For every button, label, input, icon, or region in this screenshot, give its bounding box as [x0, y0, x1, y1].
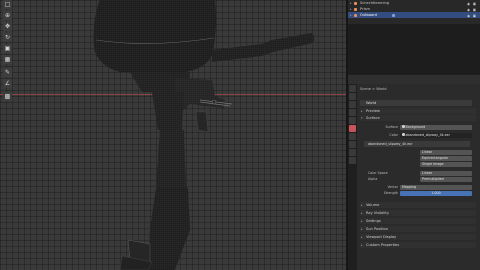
panel-header-surface[interactable]: Surface — [360, 115, 476, 121]
sun-position-panel[interactable]: Sun Position — [360, 226, 476, 233]
outliner-row-label: Outboard — [360, 13, 377, 17]
alpha-dropdown[interactable]: Premultiplied — [420, 176, 472, 182]
world-tab-icon[interactable] — [349, 125, 356, 132]
object-icon — [354, 13, 357, 17]
surface-shader-field[interactable]: Background — [400, 124, 472, 130]
object-tab-icon[interactable] — [349, 133, 356, 140]
properties-header — [348, 75, 480, 84]
volume-panel[interactable]: Volume — [360, 202, 476, 209]
tool-tab-icon[interactable] — [349, 85, 356, 92]
tool-shelf: □ ⊕ ✥ ↻ ▣ ▦ ✎ ∠ ▩ — [3, 0, 13, 103]
physics-tab-icon[interactable] — [349, 157, 356, 164]
scale-icon[interactable]: ▣ — [3, 44, 12, 53]
panel-header-viewport-display[interactable]: Viewport Display — [360, 234, 476, 240]
panel-header-preview[interactable]: Preview — [360, 108, 476, 114]
surface-value: Background — [405, 124, 426, 129]
annotate-icon[interactable]: ✎ — [3, 68, 12, 77]
modifier-tab-icon[interactable] — [349, 141, 356, 148]
rotate-icon[interactable]: ↻ — [3, 33, 12, 42]
move-icon[interactable]: ✥ — [3, 22, 12, 31]
transform-icon[interactable]: ▦ — [3, 55, 12, 64]
outliner-row-selected[interactable]: ▸ Outboard ◉ ▣ — [348, 12, 480, 18]
color-value: abandoned_slipway_4k.exr — [405, 132, 450, 137]
panel-header-sun-position[interactable]: Sun Position — [360, 226, 476, 232]
measure-icon[interactable]: ∠ — [3, 79, 12, 88]
object-icon — [354, 1, 357, 5]
view-layer-tab-icon[interactable] — [349, 109, 356, 116]
image-datablock[interactable]: abandoned_slipway_4k.exr — [364, 141, 470, 147]
camera-icon[interactable]: ▣ — [473, 13, 476, 19]
render-tab-icon[interactable] — [349, 93, 356, 100]
expand-icon[interactable]: ▸ — [350, 12, 352, 18]
breadcrumb: Scene > World — [360, 87, 387, 91]
strength-label: Strength — [383, 191, 398, 195]
3d-viewport[interactable]: □ ⊕ ✥ ↻ ▣ ▦ ✎ ∠ ▩ — [0, 0, 346, 270]
cursor-icon[interactable]: ⊕ — [3, 11, 12, 20]
settings-panel[interactable]: Settings — [360, 218, 476, 225]
object-icon — [354, 7, 357, 11]
properties-editor: Scene > World World Preview Surface Surf… — [348, 75, 480, 270]
panel-header-settings[interactable]: Settings — [360, 218, 476, 224]
custom-properties-panel[interactable]: Custom Properties — [360, 242, 476, 249]
alpha-label: Alpha — [368, 177, 378, 181]
interpolation-dropdown[interactable]: Linear — [420, 150, 472, 155]
outliner: ▸ Schechtlearning ◉ ▣ ▸ Prism ◉ ▣ ▸ Outb… — [348, 0, 480, 24]
eye-icon[interactable]: ◉ — [467, 13, 470, 19]
outliner-row-label: Prism — [360, 7, 370, 11]
extension-dropdown[interactable]: Single Image — [420, 162, 472, 167]
panel-header-ray-visibility[interactable]: Ray Visibility — [360, 210, 476, 216]
vector-label: Vector — [387, 185, 398, 189]
particles-tab-icon[interactable] — [349, 149, 356, 156]
image-name: abandoned_slipway_4k.exr — [368, 142, 413, 146]
color-input-field[interactable]: abandoned_slipway_4k.exr — [400, 132, 472, 138]
add-cube-icon[interactable]: ▩ — [3, 92, 12, 101]
texture-icon — [402, 133, 405, 136]
output-tab-icon[interactable] — [349, 101, 356, 108]
world-selector[interactable]: World — [360, 100, 472, 106]
select-box-icon[interactable]: □ — [3, 0, 12, 9]
strength-slider[interactable]: 1.000 — [400, 190, 472, 196]
outliner-row-label: Schechtlearning — [360, 1, 390, 5]
surface-panel[interactable]: Surface — [360, 115, 476, 122]
vector-field[interactable]: Mapping — [400, 184, 472, 190]
shader-icon — [402, 125, 405, 128]
preview-panel[interactable]: Preview — [360, 108, 476, 115]
ray-visibility-panel[interactable]: Ray Visibility — [360, 210, 476, 217]
properties-content: Scene > World World Preview Surface Surf… — [358, 84, 480, 270]
panel-header-volume[interactable]: Volume — [360, 202, 476, 208]
projection-dropdown[interactable]: Equirectangular — [420, 156, 472, 161]
color-label: Color — [389, 133, 398, 137]
properties-tabs — [348, 84, 357, 270]
color-space-label: Color Space — [368, 171, 388, 175]
modifier-icon — [392, 13, 395, 17]
color-space-dropdown[interactable]: Linear — [420, 170, 472, 176]
panel-header-custom-properties[interactable]: Custom Properties — [360, 242, 476, 248]
surface-label: Surface — [385, 125, 398, 129]
scene-tab-icon[interactable] — [349, 117, 356, 124]
outboard-motor-wireframe[interactable] — [0, 0, 346, 270]
viewport-display-panel[interactable]: Viewport Display — [360, 234, 476, 241]
